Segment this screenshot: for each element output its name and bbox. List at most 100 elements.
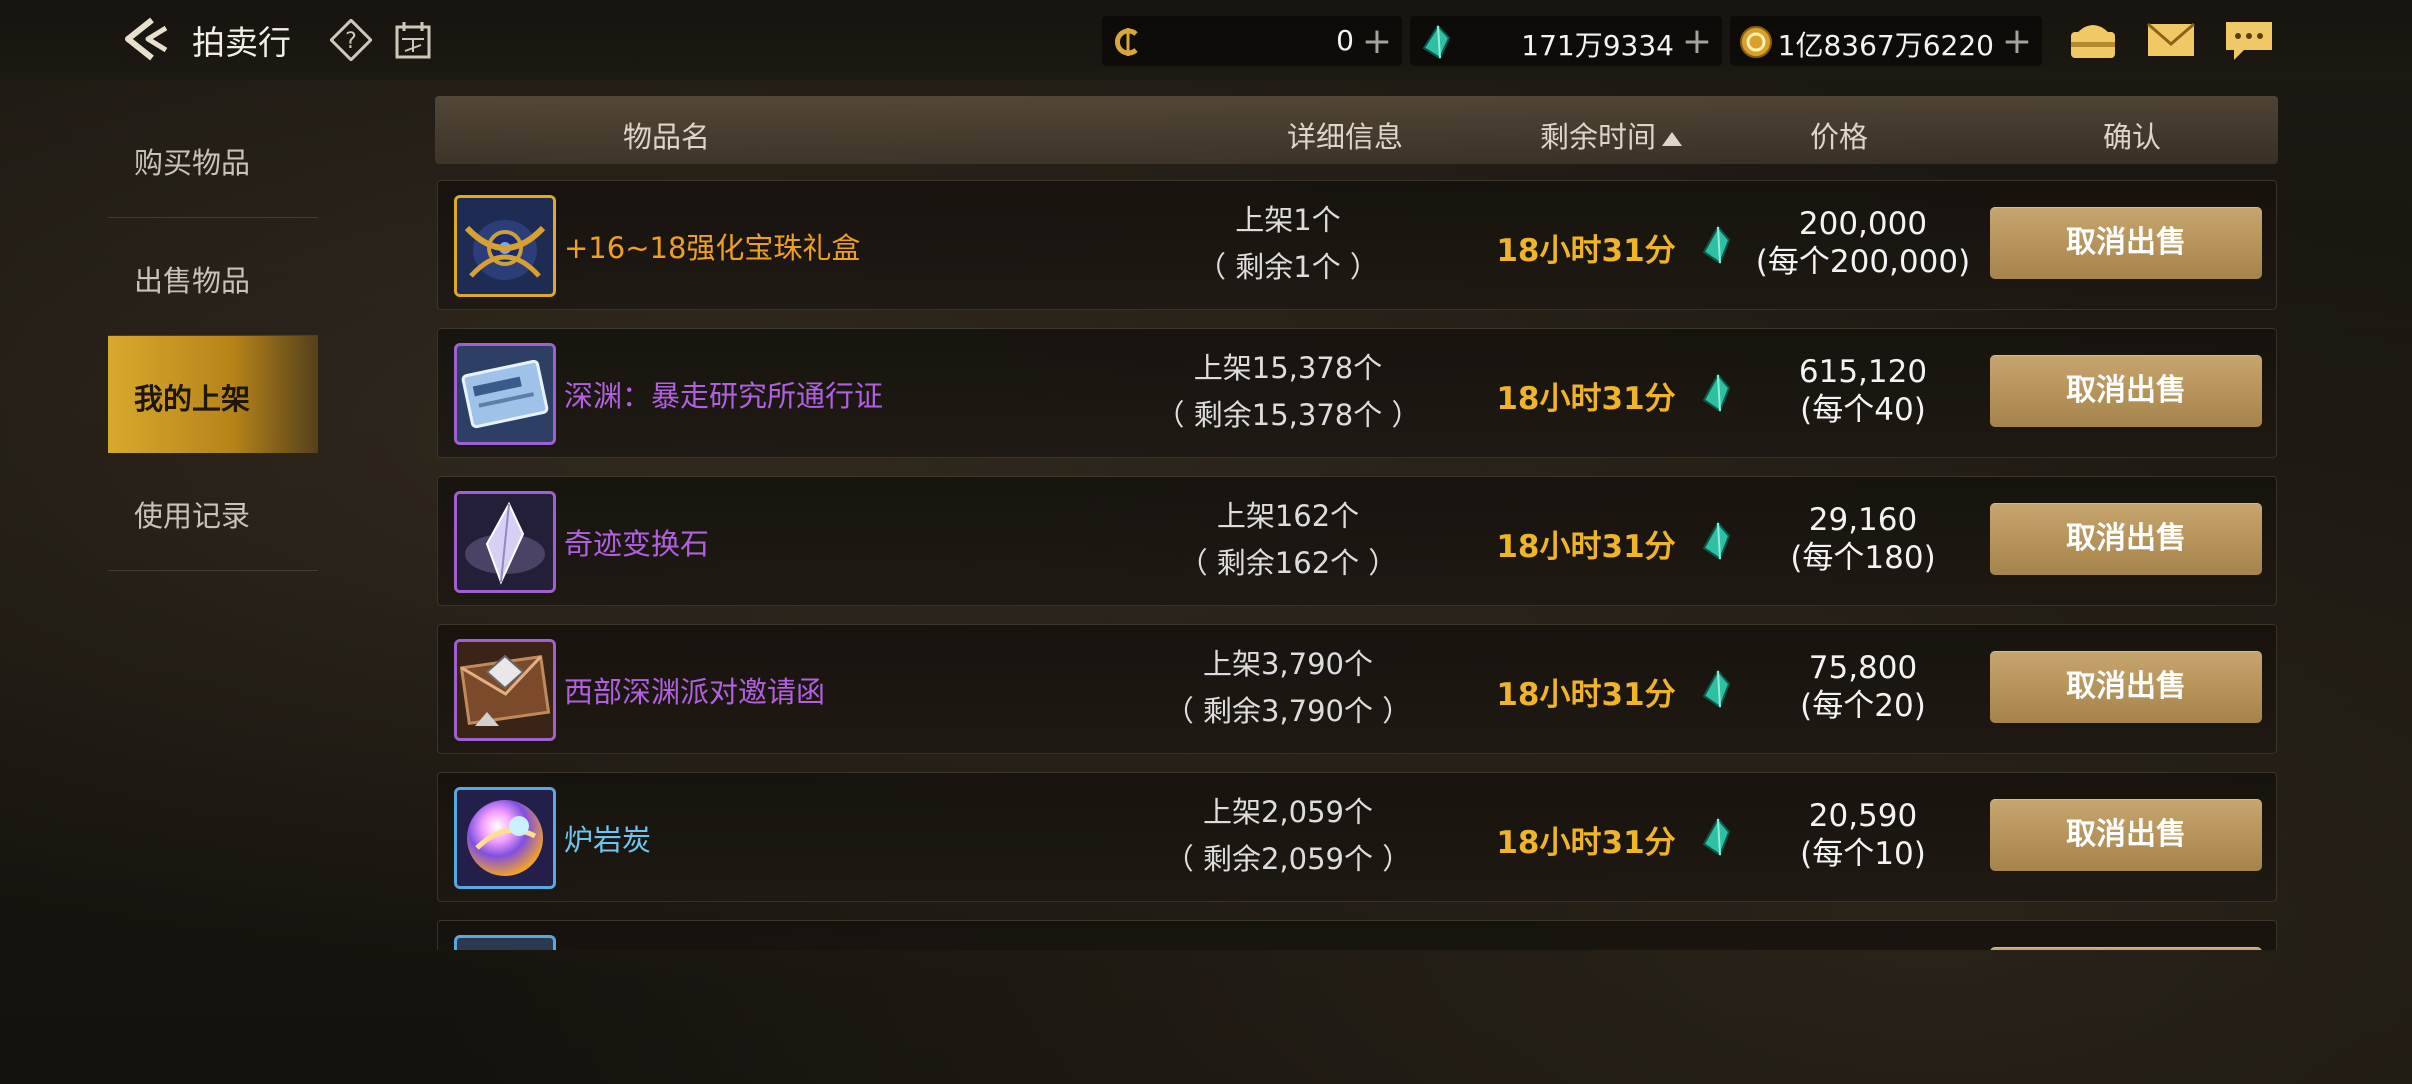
remaining-time: 18小时31分 bbox=[1496, 529, 1676, 565]
gem-icon bbox=[1698, 225, 1734, 265]
table-row bbox=[437, 920, 2277, 950]
currency-gold: 1亿8367万6220 + bbox=[1730, 16, 2042, 66]
invitation-letter-icon[interactable] bbox=[454, 639, 556, 741]
currency-value: 0 bbox=[1336, 24, 1354, 57]
item-name: +16~18强化宝珠礼盒 bbox=[564, 231, 861, 265]
chat-icon[interactable] bbox=[2222, 16, 2276, 64]
column-header-name: 物品名 bbox=[623, 120, 711, 154]
cancel-sale-button[interactable]: 取消出售 bbox=[1990, 799, 2262, 871]
sidebar-item-label: 购买物品 bbox=[134, 146, 251, 180]
item-detail: 上架3,790个 （ 剩余3,790个 ） bbox=[1138, 641, 1438, 735]
cancel-sale-button[interactable]: 取消出售 bbox=[1990, 207, 2262, 279]
currency-c: 0 + bbox=[1102, 16, 1402, 66]
page-title: 拍卖行 bbox=[192, 23, 291, 62]
listing-table: +16~18强化宝珠礼盒 上架1个 （ 剩余1个 ） 18小时31分 200,0… bbox=[437, 180, 2277, 950]
item-name: 炉岩炭 bbox=[564, 823, 652, 857]
mail-icon[interactable] bbox=[2144, 16, 2198, 64]
unit-price: (每个10) bbox=[1800, 836, 1926, 872]
column-header-detail: 详细信息 bbox=[1287, 120, 1404, 154]
add-currency-button[interactable]: + bbox=[1362, 21, 1392, 62]
item-detail: 上架2,059个 （ 剩余2,059个 ） bbox=[1138, 789, 1438, 883]
gem-icon bbox=[1418, 24, 1454, 60]
item-price: 615,120 (每个40) bbox=[1738, 353, 1988, 429]
table-row: 深渊：暴走研究所通行证 上架15,378个 （ 剩余15,378个 ） 18小时… bbox=[437, 328, 2277, 458]
item-price: 75,800 (每个20) bbox=[1738, 649, 1988, 725]
gem-icon bbox=[1698, 817, 1734, 857]
listed-count: 上架15,378个 bbox=[1193, 351, 1383, 385]
unit-price: (每个40) bbox=[1800, 392, 1926, 428]
column-header-time[interactable]: 剩余时间 bbox=[1540, 114, 1683, 156]
table-header: 物品名 详细信息 剩余时间 价格 确认 bbox=[435, 96, 2278, 164]
table-row: 炉岩炭 上架2,059个 （ 剩余2,059个 ） 18小时31分 20,590… bbox=[437, 772, 2277, 902]
table-row: 西部深渊派对邀请函 上架3,790个 （ 剩余3,790个 ） 18小时31分 … bbox=[437, 624, 2277, 754]
wallet-icon[interactable] bbox=[2066, 16, 2120, 64]
rainbow-orb-icon[interactable] bbox=[454, 787, 556, 889]
sidebar-item-my-listings[interactable]: 我的上架 bbox=[108, 336, 318, 453]
listed-count: 上架2,059个 bbox=[1202, 795, 1374, 829]
cancel-sale-button[interactable]: 取消出售 bbox=[1990, 355, 2262, 427]
calendar-icon[interactable] bbox=[392, 19, 434, 61]
item-name: 西部深渊派对邀请函 bbox=[564, 675, 826, 709]
gold-coin-icon bbox=[1738, 24, 1774, 60]
svg-text:?: ? bbox=[345, 29, 357, 54]
unit-price: (每个20) bbox=[1800, 688, 1926, 724]
table-row: +16~18强化宝珠礼盒 上架1个 （ 剩余1个 ） 18小时31分 200,0… bbox=[437, 180, 2277, 310]
top-bar: 拍卖行 ? 0 + 171万9334 + 1亿8367万6220 + bbox=[0, 0, 2412, 80]
remaining-count: （ 剩余162个 ） bbox=[1178, 546, 1398, 580]
column-header-time-label: 剩余时间 bbox=[1540, 120, 1657, 154]
table-row: 奇迹变换石 上架162个 （ 剩余162个 ） 18小时31分 29,160 (… bbox=[437, 476, 2277, 606]
sidebar-item-sell[interactable]: 出售物品 bbox=[108, 218, 318, 336]
sidebar: 购买物品 出售物品 我的上架 使用记录 bbox=[108, 100, 318, 571]
remaining-time: 18小时31分 bbox=[1496, 677, 1676, 713]
remaining-count: （ 剩余2,059个 ） bbox=[1164, 842, 1412, 876]
remaining-count: （ 剩余15,378个 ） bbox=[1155, 398, 1421, 432]
cancel-sale-button[interactable]: 取消出售 bbox=[1990, 503, 2262, 575]
currency-value: 171万9334 bbox=[1521, 29, 1674, 62]
unit-price: (每个200,000) bbox=[1755, 244, 1971, 280]
unit-price: (每个180) bbox=[1790, 540, 1936, 576]
remaining-count: （ 剩余1个 ） bbox=[1197, 250, 1379, 284]
gem-icon bbox=[1698, 373, 1734, 413]
item-icon[interactable] bbox=[454, 935, 556, 950]
remaining-time: 18小时31分 bbox=[1496, 381, 1676, 417]
back-arrow-icon[interactable] bbox=[118, 14, 178, 64]
item-name: 深渊：暴走研究所通行证 bbox=[564, 379, 884, 413]
add-currency-button[interactable]: + bbox=[1682, 21, 1712, 62]
total-price: 75,800 bbox=[1808, 650, 1918, 686]
sidebar-item-buy[interactable]: 购买物品 bbox=[108, 100, 318, 218]
help-icon[interactable]: ? bbox=[329, 18, 373, 62]
remaining-time: 18小时31分 bbox=[1496, 825, 1676, 861]
column-header-confirm: 确认 bbox=[2103, 120, 2162, 154]
sidebar-item-label: 出售物品 bbox=[134, 264, 251, 298]
total-price: 615,120 bbox=[1798, 354, 1928, 390]
cancel-sale-button[interactable]: 取消出售 bbox=[1990, 651, 2262, 723]
add-currency-button[interactable]: + bbox=[2002, 21, 2032, 62]
crystal-stone-icon[interactable] bbox=[454, 491, 556, 593]
gem-icon bbox=[1698, 521, 1734, 561]
item-name: 奇迹变换石 bbox=[564, 527, 710, 561]
total-price: 200,000 bbox=[1798, 206, 1928, 242]
currency-gem: 171万9334 + bbox=[1410, 16, 1722, 66]
item-price: 20,590 (每个10) bbox=[1738, 797, 1988, 873]
coin-c-icon bbox=[1110, 24, 1146, 60]
sidebar-item-history[interactable]: 使用记录 bbox=[108, 453, 318, 571]
item-detail: 上架162个 （ 剩余162个 ） bbox=[1138, 493, 1438, 587]
gem-icon bbox=[1698, 669, 1734, 709]
pass-ticket-icon[interactable] bbox=[454, 343, 556, 445]
item-price: 200,000 (每个200,000) bbox=[1738, 205, 1988, 281]
remaining-count: （ 剩余3,790个 ） bbox=[1164, 694, 1412, 728]
sidebar-item-label: 我的上架 bbox=[134, 382, 251, 416]
item-price: 29,160 (每个180) bbox=[1738, 501, 1988, 577]
item-detail: 上架1个 （ 剩余1个 ） bbox=[1138, 197, 1438, 291]
listed-count: 上架162个 bbox=[1216, 499, 1360, 533]
currency-value: 1亿8367万6220 bbox=[1777, 29, 1994, 62]
sidebar-item-label: 使用记录 bbox=[134, 499, 251, 533]
cancel-sale-button[interactable] bbox=[1990, 947, 2262, 950]
listed-count: 上架1个 bbox=[1235, 203, 1341, 237]
listed-count: 上架3,790个 bbox=[1202, 647, 1374, 681]
sort-ascending-icon bbox=[1662, 132, 1683, 146]
total-price: 20,590 bbox=[1808, 798, 1918, 834]
column-header-price: 价格 bbox=[1810, 120, 1869, 154]
orb-gift-box-icon[interactable] bbox=[454, 195, 556, 297]
remaining-time: 18小时31分 bbox=[1496, 233, 1676, 269]
